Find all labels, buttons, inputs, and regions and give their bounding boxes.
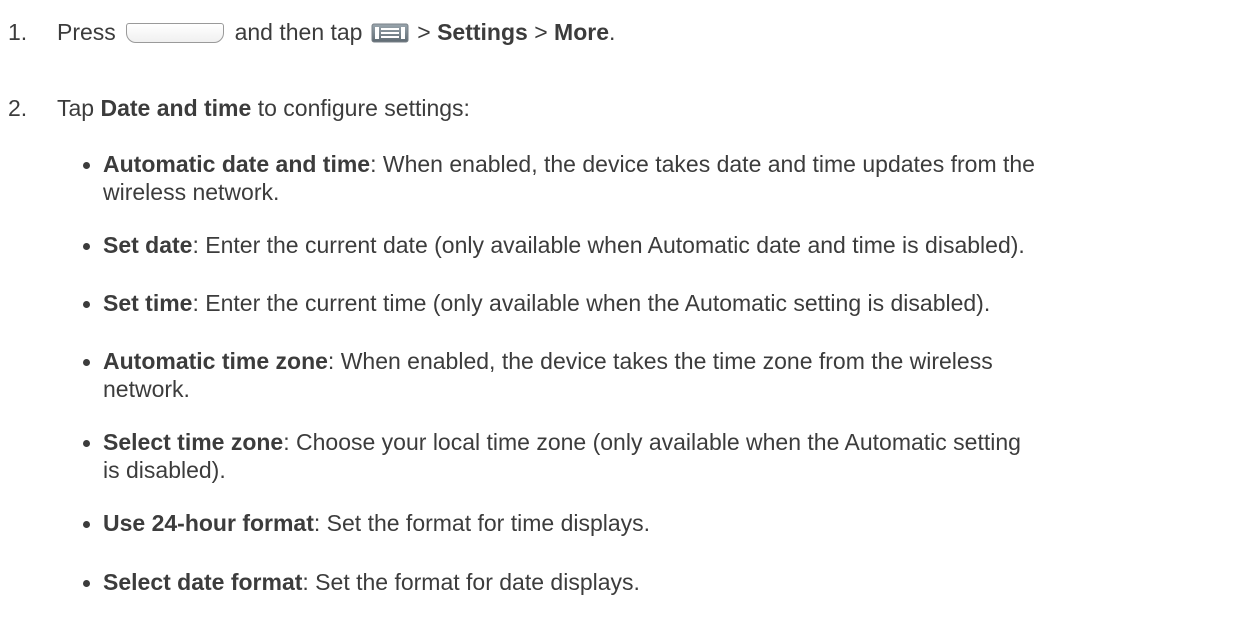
option-line: network. <box>103 375 190 403</box>
option-name: Set time <box>103 290 193 316</box>
option-line: wireless network. <box>103 178 279 206</box>
option-name: Select time zone <box>103 429 284 455</box>
option-name: Select date format <box>103 569 303 595</box>
option-description: : When enabled, the device takes the tim… <box>327 348 993 374</box>
home-key-icon <box>126 23 225 43</box>
option-description: : Enter the current date (only available… <box>192 232 1025 258</box>
option-description: : When enabled, the device takes date an… <box>370 151 1035 177</box>
date-and-time-label: Date and time <box>100 95 252 121</box>
option-line: Automatic time zone: When enabled, the d… <box>103 347 993 375</box>
step-text: and then tap <box>234 19 363 45</box>
option-description: wireless network. <box>103 179 280 205</box>
separator: > <box>417 19 431 45</box>
step-2-text: Tap Date and time to configure settings: <box>57 94 470 122</box>
option-description: : Choose your local time zone (only avai… <box>283 429 1021 455</box>
bullet-icon <box>83 301 90 308</box>
option-line: Use 24-hour format: Set the format for t… <box>103 509 650 537</box>
option-line: Select date format: Set the format for d… <box>103 568 640 596</box>
option-name: Use 24-hour format <box>103 510 314 536</box>
option-description: network. <box>103 376 190 402</box>
option-line: Automatic date and time: When enabled, t… <box>103 150 1035 178</box>
settings-label: Settings <box>437 19 528 45</box>
menu-key-icon <box>371 23 409 43</box>
option-line: is disabled). <box>103 456 226 484</box>
option-name: Set date <box>103 232 193 258</box>
bullet-icon <box>83 243 90 250</box>
step-number: 2. <box>8 95 28 121</box>
step-text: . <box>609 19 616 45</box>
step-text: Press <box>57 19 116 45</box>
bullet-icon <box>83 521 90 528</box>
bullet-icon <box>83 580 90 587</box>
step-number: 1. <box>8 19 28 45</box>
bullet-icon <box>83 162 90 169</box>
more-label: More <box>554 19 609 45</box>
option-name: Automatic date and time <box>103 151 371 177</box>
bullet-icon <box>83 359 90 366</box>
option-line: Select time zone: Choose your local time… <box>103 428 1021 456</box>
step-1-text: Press and then tap > Settings > More. <box>57 18 615 46</box>
option-description: : Set the format for date displays. <box>302 569 640 595</box>
option-description: : Set the format for time displays. <box>313 510 651 536</box>
bullet-icon <box>83 440 90 447</box>
separator: > <box>534 19 548 45</box>
option-line: Set time: Enter the current time (only a… <box>103 289 990 317</box>
option-description: : Enter the current time (only available… <box>192 290 991 316</box>
option-line: Set date: Enter the current date (only a… <box>103 231 1025 259</box>
option-name: Automatic time zone <box>103 348 328 374</box>
step-text: Tap <box>57 95 95 121</box>
step-text: to configure settings: <box>257 95 470 121</box>
option-description: is disabled). <box>103 457 226 483</box>
